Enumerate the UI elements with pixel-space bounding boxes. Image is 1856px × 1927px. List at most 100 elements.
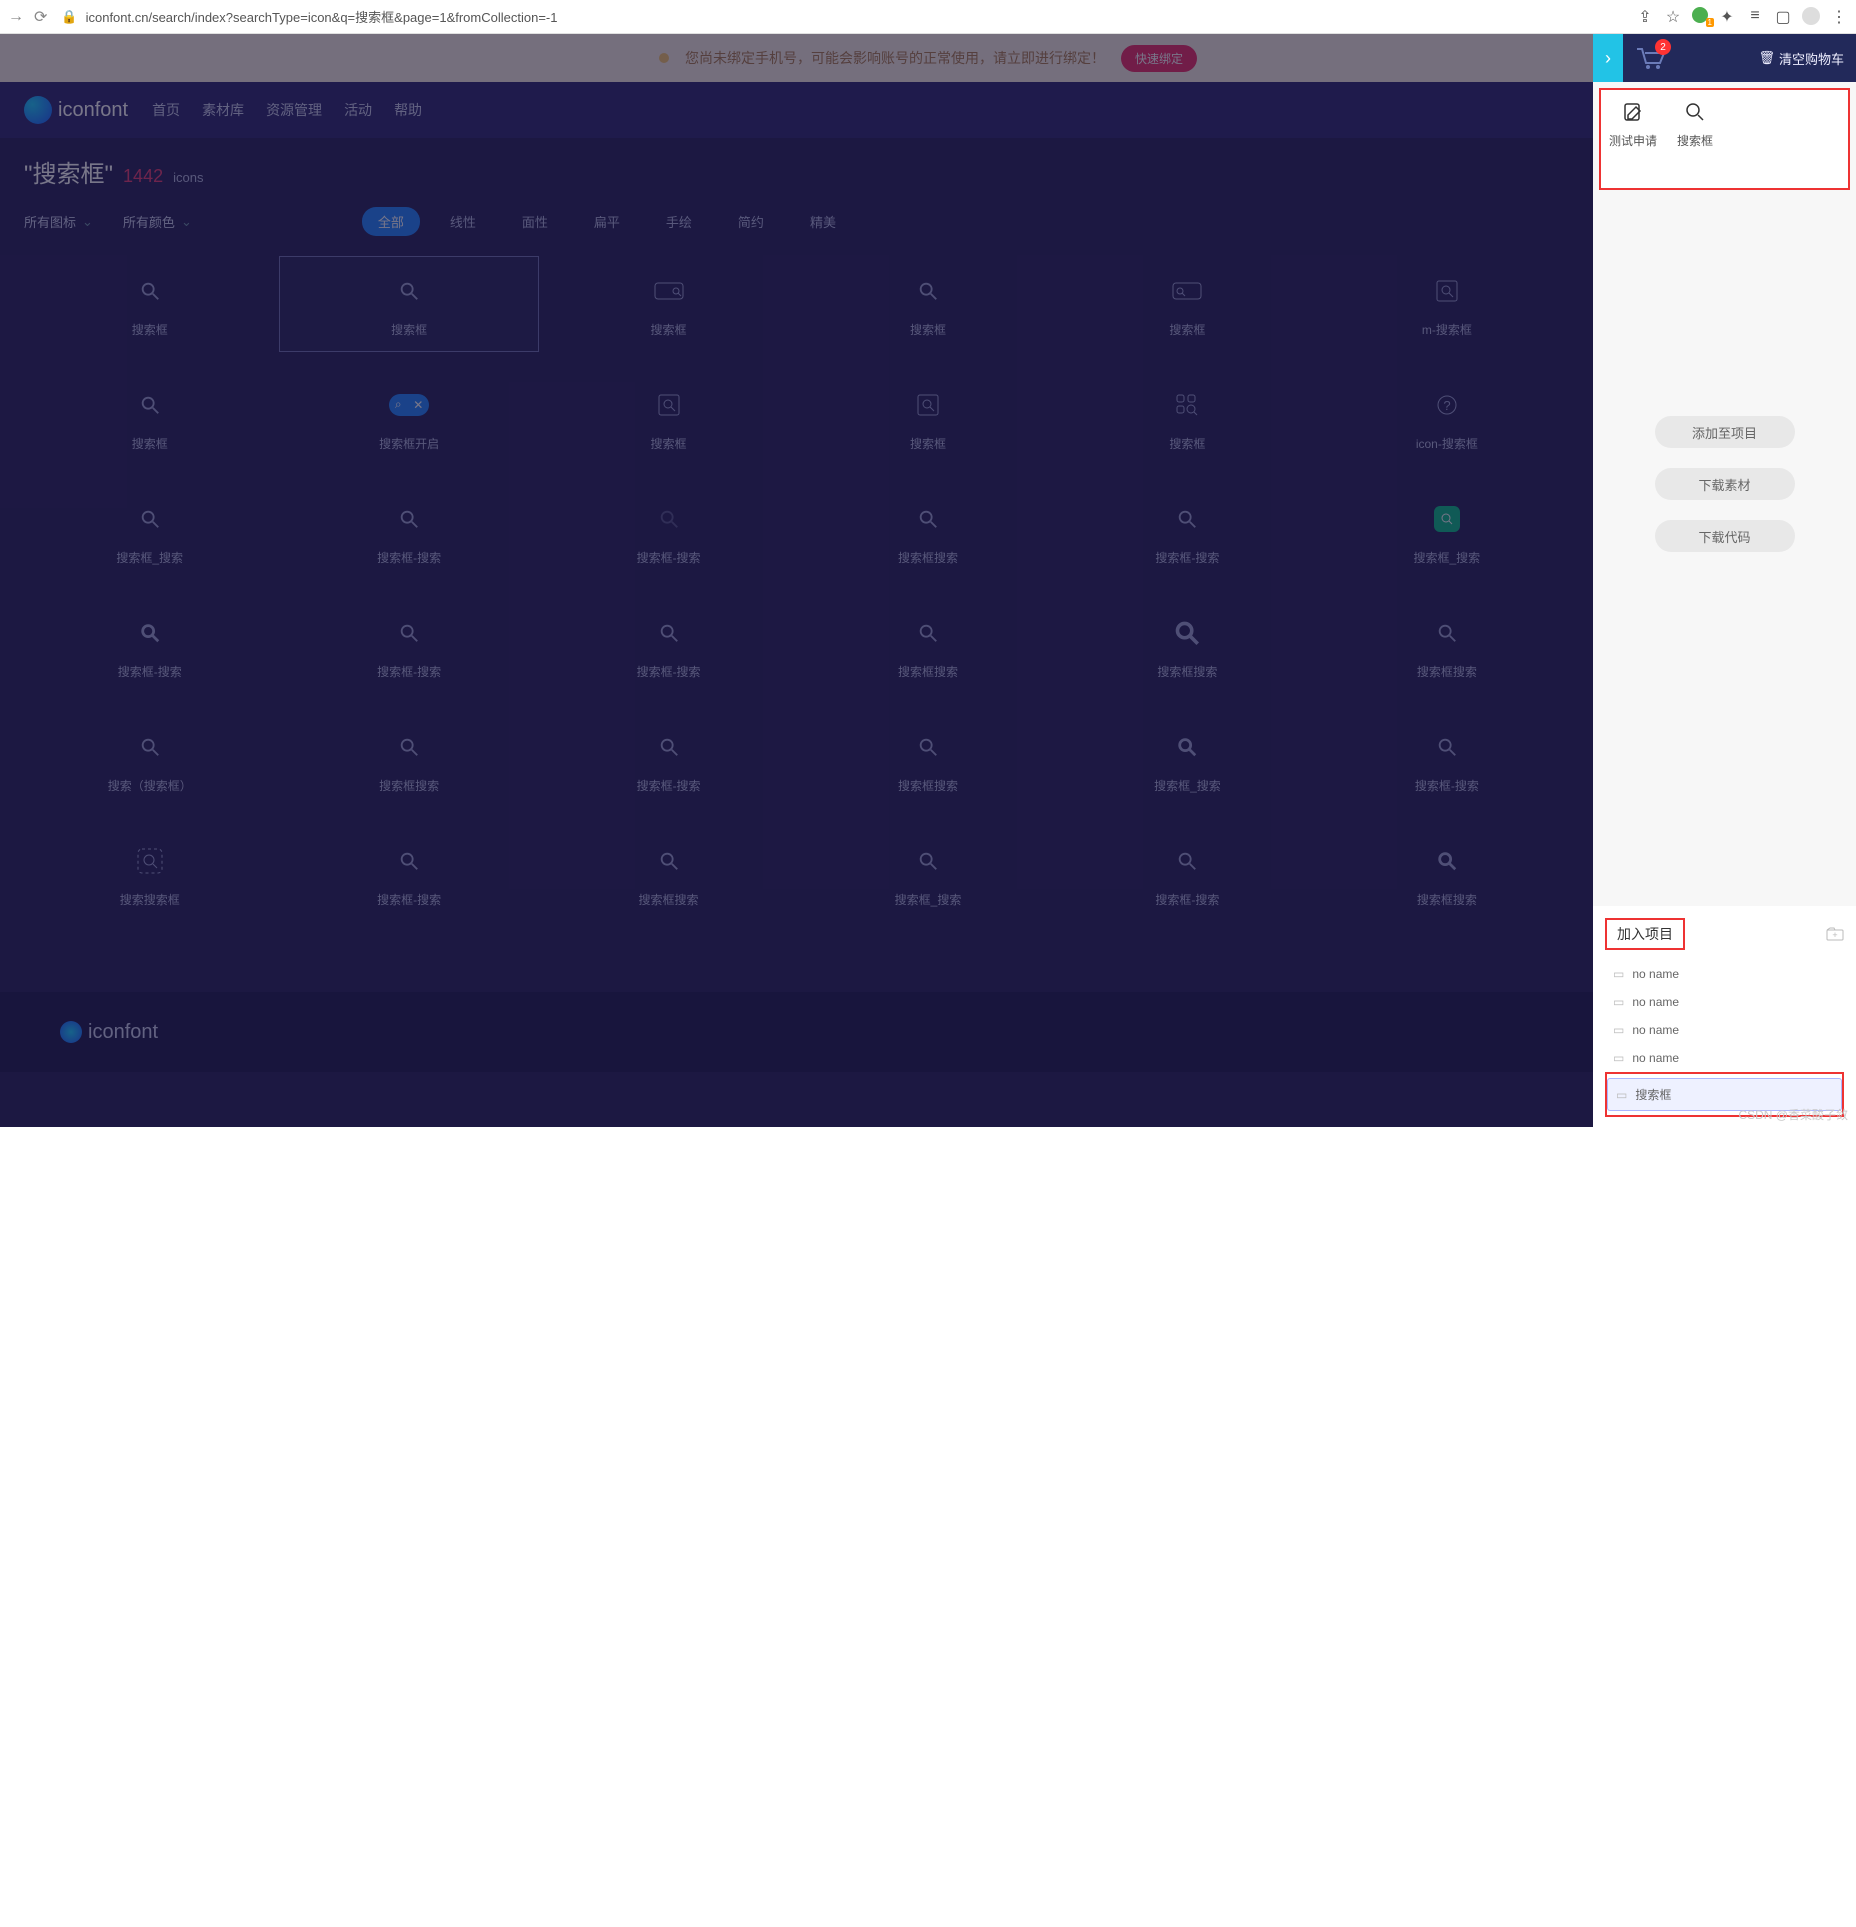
icon-result[interactable]: 搜索框 — [1058, 370, 1317, 466]
result-label: 搜索框-搜索 — [637, 663, 701, 680]
profile-icon[interactable] — [1802, 7, 1820, 25]
share-icon[interactable]: ⇪ — [1636, 7, 1654, 27]
icon-result[interactable]: 搜索框_搜索 — [20, 484, 279, 580]
clear-cart-button[interactable]: 🗑 清空购物车 — [1758, 49, 1844, 68]
reload-icon[interactable]: ⟳ — [34, 7, 47, 27]
icon-result[interactable]: ?icon-搜索框 — [1317, 370, 1576, 466]
icon-result[interactable]: 搜索框 — [798, 256, 1057, 352]
result-icon: ? — [1427, 385, 1467, 425]
result-icon — [649, 271, 689, 311]
icon-result[interactable]: 搜索框-搜索 — [20, 598, 279, 694]
icon-result[interactable]: 搜索框_搜索 — [798, 826, 1057, 922]
icon-result[interactable]: 搜索框-搜索 — [1058, 484, 1317, 580]
cart-item[interactable]: 测试申请 — [1609, 98, 1657, 180]
project-item[interactable]: ▭no name — [1605, 960, 1844, 988]
playlist-icon[interactable]: ≡ — [1746, 7, 1764, 27]
nav-activity[interactable]: 活动 — [344, 100, 372, 120]
pill-minimal[interactable]: 简约 — [722, 207, 780, 236]
icon-result[interactable]: 搜索框 — [539, 256, 798, 352]
forward-icon[interactable]: → — [8, 8, 24, 26]
icon-result[interactable]: 搜索（搜索框） — [20, 712, 279, 808]
download-assets-button[interactable]: 下载素材 — [1655, 468, 1795, 500]
icon-result[interactable]: 搜索框-搜索 — [1058, 826, 1317, 922]
icon-result[interactable]: 搜索框搜索 — [1317, 598, 1576, 694]
result-icon — [1427, 727, 1467, 767]
star-icon[interactable]: ☆ — [1664, 7, 1682, 27]
icon-result[interactable]: 搜索框 — [539, 370, 798, 466]
collapse-panel-button[interactable]: › — [1593, 34, 1623, 82]
pill-handdrawn[interactable]: 手绘 — [650, 207, 708, 236]
icon-result[interactable]: 搜索框 — [1058, 256, 1317, 352]
edit-icon — [1619, 98, 1647, 126]
project-label: 搜索框 — [1635, 1086, 1671, 1103]
result-label: 搜索框-搜索 — [118, 663, 182, 680]
logo[interactable]: iconfont — [24, 96, 128, 124]
footer-logo-text: iconfont — [88, 1021, 158, 1044]
nav-menu: 首页 素材库 资源管理 活动 帮助 — [152, 100, 422, 120]
icon-type-dropdown[interactable]: 所有图标⌄ — [24, 212, 93, 231]
cart-items: 测试申请 搜索框 — [1599, 88, 1850, 190]
project-item[interactable]: ▭no name — [1605, 1044, 1844, 1072]
icon-result[interactable]: 搜索框-搜索 — [539, 484, 798, 580]
icon-result[interactable]: 搜索框 — [20, 256, 279, 352]
icon-result[interactable]: ⌕✕搜索框开启 — [279, 370, 538, 466]
puzzle-icon[interactable]: ✦ — [1718, 7, 1736, 27]
icon-result[interactable]: 搜索搜索框 — [20, 826, 279, 922]
result-icon: ⌕✕ — [389, 385, 429, 425]
url-text: iconfont.cn/search/index?searchType=icon… — [86, 7, 558, 26]
icon-result[interactable]: 搜索框搜索 — [539, 826, 798, 922]
pill-exquisite[interactable]: 精美 — [794, 207, 852, 236]
icon-result[interactable]: 搜索框-搜索 — [279, 826, 538, 922]
icon-result[interactable]: 搜索框搜索 — [1058, 598, 1317, 694]
nav-resource[interactable]: 资源管理 — [266, 100, 322, 120]
watermark: CSDN @香菜酸子敛 — [1738, 1106, 1848, 1123]
pill-solid[interactable]: 面性 — [506, 207, 564, 236]
icon-result[interactable]: m-搜索框 — [1317, 256, 1576, 352]
pill-linear[interactable]: 线性 — [434, 207, 492, 236]
pill-all[interactable]: 全部 — [362, 207, 420, 236]
icon-result[interactable]: 搜索框-搜索 — [539, 598, 798, 694]
nav-home[interactable]: 首页 — [152, 100, 180, 120]
icon-result[interactable]: 搜索框搜索 — [798, 598, 1057, 694]
icon-result[interactable]: 搜索框 — [798, 370, 1057, 466]
kebab-icon[interactable]: ⋮ — [1830, 7, 1848, 27]
icon-result[interactable]: 搜索框搜索 — [1317, 826, 1576, 922]
project-item[interactable]: ▭no name — [1605, 1016, 1844, 1044]
url-bar[interactable]: 🔒 iconfont.cn/search/index?searchType=ic… — [57, 7, 1626, 26]
bind-phone-button[interactable]: 快速绑定 — [1121, 45, 1197, 72]
icon-result[interactable]: 搜索框 — [279, 256, 538, 352]
color-dropdown[interactable]: 所有颜色⌄ — [123, 212, 192, 231]
add-project-icon[interactable]: + — [1826, 927, 1844, 941]
nav-library[interactable]: 素材库 — [202, 100, 244, 120]
icon-result[interactable]: 搜索框搜索 — [798, 484, 1057, 580]
cart-item[interactable]: 搜索框 — [1677, 98, 1713, 180]
query-text: "搜索框" — [24, 154, 113, 189]
project-item[interactable]: ▭no name — [1605, 988, 1844, 1016]
panel-icon[interactable]: ▢ — [1774, 7, 1792, 27]
result-label: 搜索框-搜索 — [377, 549, 441, 566]
extension-icon[interactable]: 1 — [1692, 7, 1708, 23]
icon-result[interactable]: 搜索框搜索 — [279, 712, 538, 808]
add-to-project-button[interactable]: 添加至项目 — [1655, 416, 1795, 448]
result-label: 搜索框_搜索 — [116, 549, 183, 566]
project-title: 加入项目 — [1605, 918, 1685, 950]
results-grid: 搜索框搜索框搜索框搜索框搜索框m-搜索框搜索框删除搜索框⌕✕搜索框开启搜索框搜索… — [20, 256, 1836, 922]
pill-flat[interactable]: 扁平 — [578, 207, 636, 236]
icon-result[interactable]: 搜索框-搜索 — [279, 484, 538, 580]
project-label: no name — [1632, 1023, 1679, 1037]
result-label: 搜索框_搜索 — [895, 891, 962, 908]
icon-result[interactable]: 搜索框搜索 — [798, 712, 1057, 808]
svg-text:?: ? — [1443, 398, 1450, 413]
download-code-button[interactable]: 下载代码 — [1655, 520, 1795, 552]
footer-logo[interactable]: iconfont — [60, 1021, 158, 1044]
icon-result[interactable]: 搜索框 — [20, 370, 279, 466]
icon-result[interactable]: 搜索框-搜索 — [279, 598, 538, 694]
icon-result[interactable]: 搜索框_搜索 — [1058, 712, 1317, 808]
icon-result[interactable]: 搜索框_搜索 — [1317, 484, 1576, 580]
icon-result[interactable]: 搜索框-搜索 — [1317, 712, 1576, 808]
nav-help[interactable]: 帮助 — [394, 100, 422, 120]
result-icon — [908, 385, 948, 425]
icon-result[interactable]: 搜索框-搜索 — [539, 712, 798, 808]
pagination: ‹ 1 2 3 4 5 — [0, 922, 1856, 992]
filter-bar: 所有图标⌄ 所有颜色⌄ 全部 线性 面性 扁平 手绘 简约 精美 — [0, 197, 1856, 256]
